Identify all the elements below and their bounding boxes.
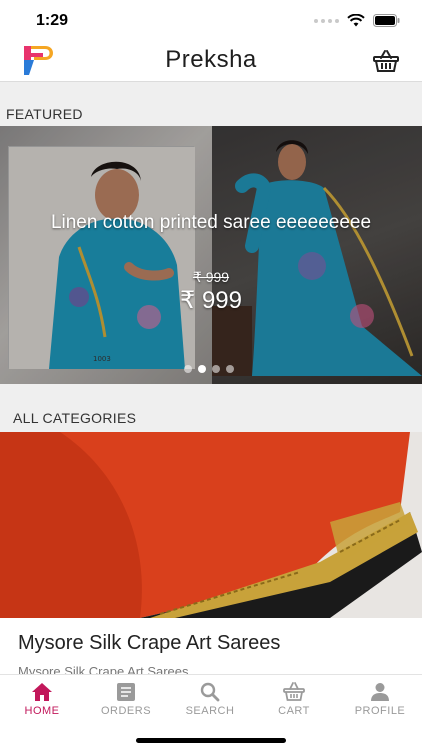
home-indicator: [136, 738, 286, 743]
category-image[interactable]: [0, 432, 422, 618]
featured-banner[interactable]: 1003 Linen cotton printed saree eeeeeeee…: [0, 126, 422, 384]
nav-profile-label: PROFILE: [354, 705, 406, 717]
status-bar: 1:29: [0, 0, 422, 40]
basket-icon[interactable]: [372, 48, 400, 74]
app-header: Preksha: [0, 40, 422, 82]
basket-icon: [283, 682, 305, 701]
orange-silk-saree-image: [0, 432, 422, 618]
nav-home[interactable]: HOME: [0, 675, 84, 725]
carousel-dot[interactable]: [212, 365, 220, 373]
status-indicators: [314, 14, 400, 27]
nav-search[interactable]: SEARCH: [168, 675, 252, 725]
nav-orders-label: ORDERS: [100, 705, 152, 717]
carousel-dot[interactable]: [226, 365, 234, 373]
carousel-pagination: [184, 365, 234, 373]
nav-profile[interactable]: PROFILE: [338, 675, 422, 725]
nav-search-label: SEARCH: [185, 705, 235, 717]
nav-cart-label: CART: [278, 705, 310, 717]
all-categories-heading: ALL CATEGORIES: [13, 410, 137, 426]
banner-old-price: ₹ 999: [192, 269, 230, 285]
banner-price: ₹ 999: [180, 287, 242, 314]
home-icon: [32, 683, 52, 701]
featured-heading: FEATURED: [6, 106, 83, 122]
nav-orders[interactable]: ORDERS: [84, 675, 168, 725]
wifi-icon: [347, 14, 365, 27]
nav-home-label: HOME: [24, 705, 60, 717]
nav-cart[interactable]: CART: [252, 675, 336, 725]
search-icon: [200, 682, 220, 702]
category-title[interactable]: Mysore Silk Crape Art Sarees: [18, 632, 280, 655]
carousel-dot[interactable]: [184, 365, 192, 373]
carousel-dot-active[interactable]: [198, 365, 206, 373]
profile-icon: [371, 683, 389, 701]
banner-overlay: [0, 126, 422, 384]
status-time: 1:29: [36, 12, 69, 29]
battery-icon: [373, 14, 400, 27]
app-title: Preksha: [165, 46, 257, 73]
banner-product-title: Linen cotton printed saree eeeeeeeee: [50, 212, 372, 233]
orders-icon: [117, 683, 135, 701]
cellular-signal-icon: [314, 18, 339, 23]
